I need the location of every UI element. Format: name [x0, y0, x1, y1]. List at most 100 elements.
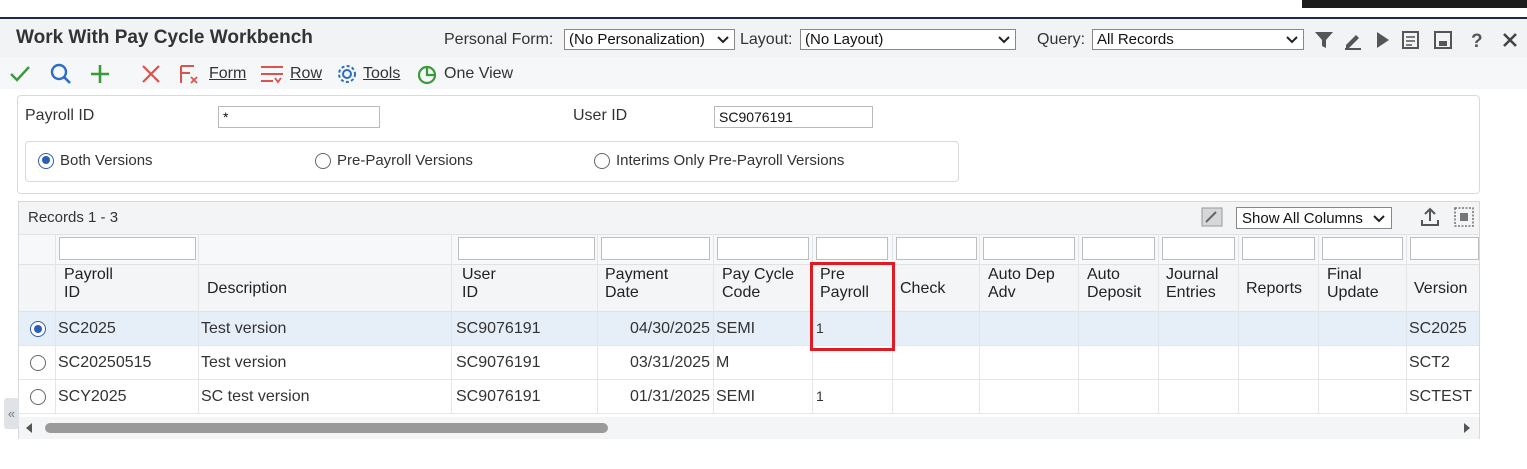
filter-reports[interactable]: [1242, 237, 1315, 260]
one-view-menu[interactable]: One View: [415, 63, 513, 85]
cell-user-id: SC9076191: [456, 354, 541, 371]
col-header-pre-payroll[interactable]: Pre Payroll: [820, 266, 869, 302]
col-header-reports[interactable]: Reports: [1246, 280, 1302, 298]
col-header-auto-dep-adv[interactable]: Auto Dep Adv: [988, 266, 1055, 302]
column-divider: [1318, 234, 1319, 414]
personal-form-select[interactable]: (No Personalization): [564, 29, 735, 50]
form-menu[interactable]: Form: [178, 63, 246, 85]
form-menu-label: Form: [209, 65, 247, 82]
col-header-payment-date[interactable]: Payment Date: [605, 266, 668, 302]
col-header-line1: Reports: [1246, 280, 1303, 297]
filter-payroll-id[interactable]: [59, 237, 196, 260]
radio-pre-payroll-versions[interactable]: Pre-Payroll Versions: [315, 152, 473, 169]
radio-both-versions[interactable]: Both Versions: [38, 152, 153, 169]
filter-icon[interactable]: [1313, 29, 1335, 51]
filter-user-id[interactable]: [458, 237, 595, 260]
svg-text:?: ?: [1471, 31, 1483, 51]
tools-menu-label: Tools: [363, 65, 401, 82]
row-select-radio[interactable]: [30, 321, 46, 337]
filter-journal-entries[interactable]: [1162, 237, 1235, 260]
row-select-radio[interactable]: [30, 355, 46, 371]
scrollbar-thumb[interactable]: [45, 423, 608, 433]
row-menu-icon: [261, 66, 283, 84]
collapse-panel-handle[interactable]: «: [4, 398, 19, 429]
query-select[interactable]: All Records: [1092, 29, 1304, 50]
col-header-check[interactable]: Check: [900, 280, 945, 298]
col-header-auto-deposit[interactable]: Auto Deposit: [1087, 266, 1141, 302]
col-header-final-update[interactable]: Final Update: [1327, 266, 1379, 302]
user-id-field[interactable]: SC9076191: [714, 106, 873, 128]
row-menu[interactable]: Row: [259, 63, 322, 85]
col-header-journal-entries[interactable]: Journal Entries: [1166, 266, 1218, 302]
col-header-user-id[interactable]: User ID: [462, 266, 496, 302]
column-divider: [1406, 234, 1407, 414]
tools-menu[interactable]: Tools: [336, 63, 400, 85]
query-value: All Records: [1097, 31, 1174, 48]
filter-auto-deposit[interactable]: [1082, 237, 1155, 260]
chevron-down-icon: [998, 36, 1010, 44]
col-header-line1: Payment: [605, 266, 669, 283]
filter-pre-payroll[interactable]: [816, 237, 888, 260]
cancel-icon[interactable]: [139, 62, 163, 86]
personal-form-label: Personal Form:: [444, 31, 554, 48]
cell-payment-date: 04/30/2025: [630, 320, 711, 337]
scroll-right-icon[interactable]: [1462, 422, 1472, 434]
show-columns-select[interactable]: Show All Columns: [1236, 207, 1392, 229]
col-header-line1: Check: [900, 280, 946, 297]
radio-button[interactable]: [315, 152, 331, 169]
top-dark-bar: [1302, 0, 1527, 8]
column-divider: [55, 234, 56, 414]
col-header-payroll-id[interactable]: Payroll ID: [64, 266, 113, 302]
play-icon[interactable]: [1371, 29, 1393, 51]
maximize-grid-icon[interactable]: [1453, 206, 1475, 228]
add-icon[interactable]: [88, 62, 112, 86]
filter-version[interactable]: [1410, 237, 1479, 260]
one-view-icon: [417, 65, 437, 85]
cell-pre-payroll: 1: [816, 320, 824, 336]
col-header-line2: Deposit: [1087, 284, 1142, 301]
grid-edit-icon[interactable]: [1201, 207, 1223, 227]
radio-button[interactable]: [594, 152, 610, 169]
layout-select[interactable]: (No Layout): [800, 29, 1016, 50]
cell-payment-date: 01/31/2025: [630, 388, 711, 405]
radio-interims-only[interactable]: Interims Only Pre-Payroll Versions: [594, 152, 844, 169]
col-header-line2: Code: [722, 284, 761, 301]
col-header-line2: Payroll: [820, 284, 869, 301]
col-header-pay-cycle-code[interactable]: Pay Cycle Code: [722, 266, 794, 302]
filter-check[interactable]: [896, 237, 977, 260]
filter-auto-dep-adv[interactable]: [983, 237, 1075, 260]
scroll-left-icon[interactable]: [24, 422, 34, 434]
col-header-description[interactable]: Description: [207, 280, 287, 298]
column-divider: [713, 234, 714, 414]
search-icon[interactable]: [49, 62, 73, 86]
column-divider: [597, 234, 598, 414]
user-id-label: User ID: [573, 107, 628, 124]
filter-payment-date[interactable]: [601, 237, 710, 260]
edit-query-icon[interactable]: [1342, 29, 1364, 51]
col-header-line1: Pay Cycle: [722, 266, 795, 283]
close-icon[interactable]: [1499, 29, 1521, 51]
filter-pay-cycle-code[interactable]: [717, 237, 809, 260]
gear-icon: [338, 65, 356, 83]
query-label: Query:: [1037, 31, 1086, 48]
export-icon[interactable]: [1419, 206, 1441, 228]
column-divider: [1158, 234, 1159, 414]
payroll-id-field[interactable]: *: [218, 106, 380, 128]
top-strip: [0, 0, 1527, 17]
col-header-line1: Final: [1327, 266, 1362, 283]
help-icon[interactable]: ?: [1466, 29, 1488, 51]
form-menu-icon: [180, 65, 198, 84]
column-divider: [1238, 234, 1239, 414]
col-header-line1: User: [462, 266, 496, 283]
cell-description: Test version: [201, 354, 287, 371]
cell-pre-payroll: 1: [816, 388, 824, 404]
personal-form-value: (No Personalization): [569, 31, 705, 48]
row-select-radio[interactable]: [30, 389, 46, 405]
col-header-version[interactable]: Version: [1414, 280, 1467, 298]
notes-icon[interactable]: [1400, 29, 1422, 51]
save-layout-icon[interactable]: [1432, 29, 1454, 51]
column-divider: [979, 234, 980, 414]
ok-check-icon[interactable]: [8, 63, 32, 85]
radio-button[interactable]: [38, 152, 54, 169]
filter-final-update[interactable]: [1322, 237, 1403, 260]
